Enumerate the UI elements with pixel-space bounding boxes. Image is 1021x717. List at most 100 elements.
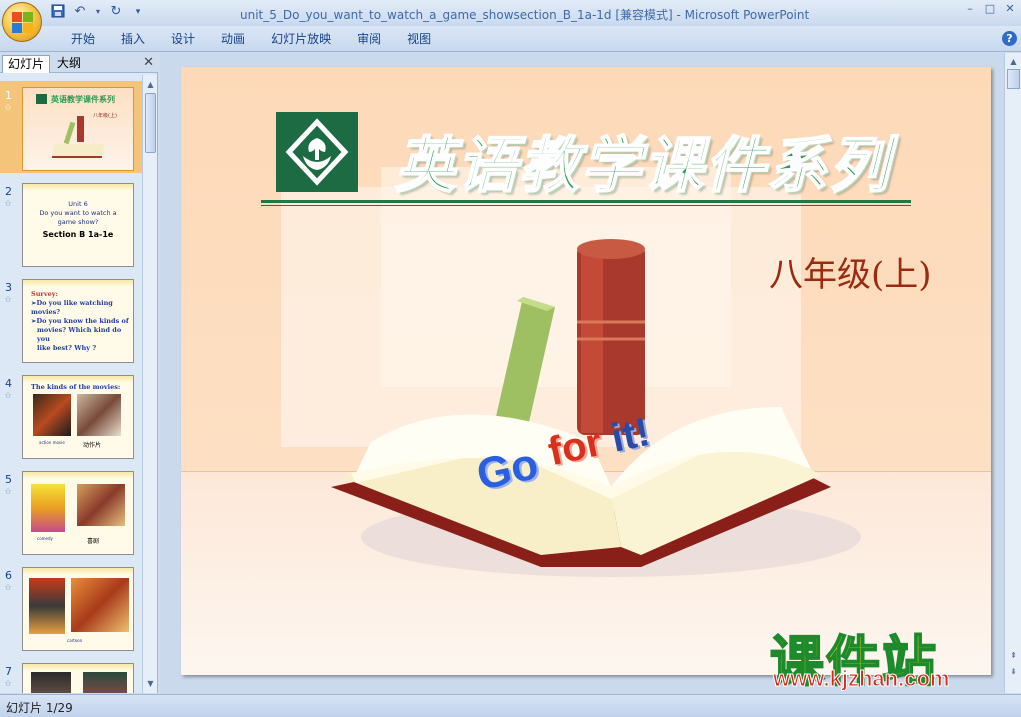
thumb-title: 英语教学课件系列 [51,95,115,104]
thumb-line: 动作片 [83,442,102,449]
window-title: unit_5_Do_you_want_to_watch_a_game_shows… [240,8,810,22]
slide-preview: cartoon [22,567,134,651]
transition-star-icon: ☆ [4,295,13,305]
undo-dropdown-icon[interactable]: ▾ [94,4,102,20]
status-bar: 幻灯片 1/29 [0,694,1021,717]
movie-poster-image [33,394,71,436]
current-slide[interactable]: 英语教学课件系列 八年级(上) Go for it! [181,67,991,675]
thumb-line: Do you want to watch a [39,209,117,217]
scroll-thumb[interactable] [145,93,156,153]
slide-counter: 幻灯片 1/29 [6,701,73,715]
thumb-line: Unit 6 [68,200,88,208]
book-mini [51,144,105,158]
slide-preview [22,663,134,693]
office-logo-icon [12,12,34,34]
tab-home[interactable]: 开始 [58,31,108,47]
movie-poster-image [71,578,129,632]
transition-star-icon: ☆ [4,487,13,497]
tab-slides[interactable]: 幻灯片 [2,55,51,73]
undo-icon[interactable]: ↶ [72,4,88,20]
editor-scrollbar[interactable]: ▲ ⇞ ⇟ [1004,53,1021,693]
logo-mini [36,94,47,104]
movie-poster-image [31,672,71,693]
slide-number: 2 [5,185,12,198]
close-button[interactable]: ✕ [1003,2,1017,16]
slide-number: 3 [5,281,12,294]
thumb-line: action movie [39,440,65,445]
movie-poster-image [83,672,127,693]
for-word: for [544,420,606,475]
window-controls: – □ ✕ [963,2,1017,16]
slide-number: 4 [5,377,12,390]
office-button[interactable] [2,2,42,42]
emblem-logo [276,112,358,192]
thumb-line: movies? Which kind do you [37,326,122,343]
hands-leaf-icon [285,118,349,186]
thumb-line: cartoon [67,638,83,643]
thumb-line: Section B 1a-1e [42,230,114,239]
scroll-down-icon[interactable]: ▼ [143,676,158,691]
help-icon[interactable]: ? [1002,31,1017,46]
minimize-button[interactable]: – [963,2,977,16]
pane-tabs: 幻灯片 大纲 ✕ [0,53,158,73]
thumb-line: game show? [57,218,99,226]
thumb-line: ➢Do you know the kinds of [31,317,129,325]
book-illustration [331,239,861,577]
transition-star-icon: ☆ [4,679,13,689]
transition-star-icon: ☆ [4,103,13,113]
tab-design[interactable]: 设计 [158,31,208,47]
slide-number: 7 [5,665,12,678]
tab-slideshow[interactable]: 幻灯片放映 [258,31,344,47]
slides-pane: 幻灯片 大纲 ✕ 1 ☆ 英语教学课件系列 八年级(上) 2 ☆ Unit 6 … [0,53,158,693]
movie-poster-image [77,484,125,526]
slide-preview: comedy 喜剧 [22,471,134,555]
thumb-line: like best? Why ? [37,344,97,352]
redo-icon[interactable]: ↻ [108,4,124,20]
next-slide-icon[interactable]: ⇟ [1005,665,1021,679]
tab-outline[interactable]: 大纲 [52,55,86,73]
slide-preview: Unit 6 Do you want to watch a game show?… [22,183,134,267]
transition-star-icon: ☆ [4,391,13,401]
slide-thumbnail-1[interactable]: 1 ☆ 英语教学课件系列 八年级(上) [0,81,142,173]
slide-preview: Survey: ➢Do you like watching movies? ➢D… [22,279,134,363]
scroll-thumb[interactable] [1007,69,1020,89]
tab-view[interactable]: 视图 [394,31,444,47]
watermark-url: www.kjzhan.com [772,666,950,692]
thumb-line: comedy [37,536,53,541]
thumb-line: ➢Do you like watching movies? [31,299,113,316]
slide-number: 6 [5,569,12,582]
tab-insert[interactable]: 插入 [108,31,158,47]
customize-qat-icon[interactable]: ▾ [130,4,146,20]
save-icon[interactable] [50,4,66,20]
slide-headline: 英语教学课件系列 [394,130,891,202]
ribbon-tabs: 开始 插入 设计 动画 幻灯片放映 审阅 视图 ? [0,26,1021,52]
thumbnail-scrollbar[interactable]: ▲ ▼ [142,75,157,693]
close-pane-icon[interactable]: ✕ [143,55,154,70]
slide-thumbnail-4[interactable]: 4 ☆ The kinds of the movies: action movi… [0,369,142,461]
book-red-mini [77,116,84,142]
thumb-line: The kinds of the movies: [31,383,121,391]
maximize-button[interactable]: □ [983,2,997,16]
slide-thumbnail-3[interactable]: 3 ☆ Survey: ➢Do you like watching movies… [0,273,142,365]
thumb-line: Survey: [31,290,58,298]
prev-slide-icon[interactable]: ⇞ [1005,649,1021,663]
tab-animations[interactable]: 动画 [208,31,258,47]
quick-access-toolbar: ↶ ▾ ↻ ▾ [50,4,146,20]
thumb-subtitle: 八年级(上) [93,113,117,119]
title-bar: ↶ ▾ ↻ ▾ unit_5_Do_you_want_to_watch_a_ga… [0,0,1021,26]
slide-thumbnail-7[interactable]: 7 ☆ [0,657,142,693]
scroll-up-icon[interactable]: ▲ [1005,55,1021,69]
slide-thumbnail-2[interactable]: 2 ☆ Unit 6 Do you want to watch a game s… [0,177,142,269]
tab-review[interactable]: 审阅 [344,31,394,47]
slide-thumbnail-5[interactable]: 5 ☆ comedy 喜剧 [0,465,142,557]
thumb-line: 喜剧 [87,538,100,545]
movie-poster-image [31,484,65,532]
movie-poster-image [77,394,121,436]
thumbnail-list: 1 ☆ 英语教学课件系列 八年级(上) 2 ☆ Unit 6 Do you wa… [0,75,142,693]
slide-number: 1 [5,89,12,102]
movie-poster-image [29,578,65,634]
scroll-up-icon[interactable]: ▲ [143,77,158,92]
slide-number: 5 [5,473,12,486]
slide-thumbnail-6[interactable]: 6 ☆ cartoon [0,561,142,653]
slide-editor: 英语教学课件系列 八年级(上) Go for it! [160,53,1021,693]
